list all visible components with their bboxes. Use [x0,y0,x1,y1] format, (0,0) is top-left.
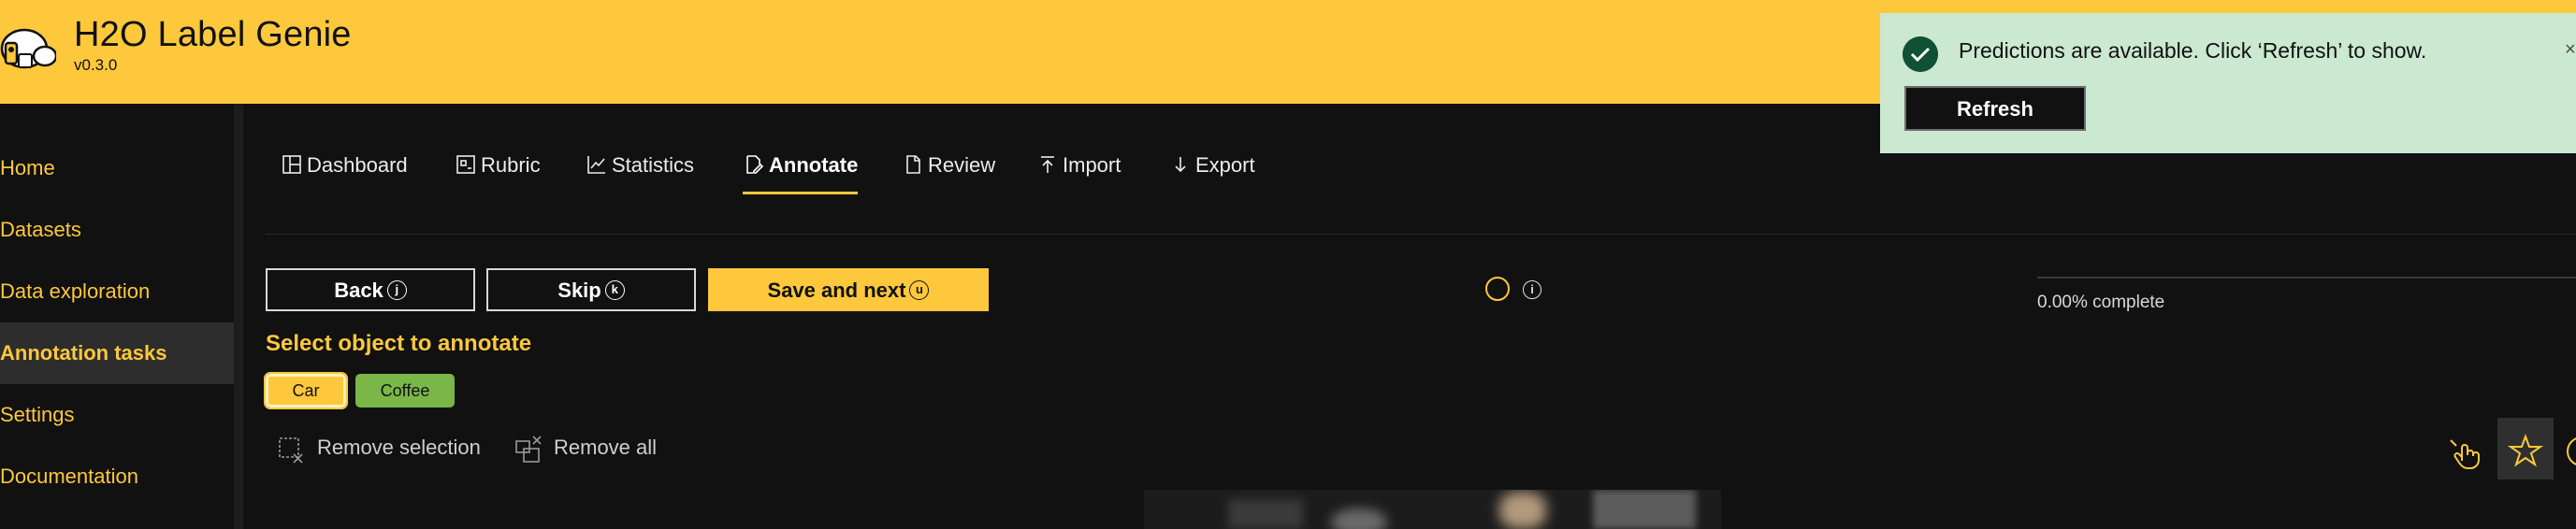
skip-button-label: Skip [557,279,601,302]
tab-rubric[interactable]: Rubric [455,140,541,194]
pointer-hand-icon[interactable] [2447,433,2484,470]
loading-spinner-icon [1485,277,1510,301]
tab-annotate[interactable]: Annotate [743,140,859,194]
notification-message: Predictions are available. Click ‘Refres… [1959,38,2427,63]
tab-export[interactable]: Export [1169,140,1255,194]
back-shortcut-key: j [386,279,407,300]
class-chip-coffee[interactable]: Coffee [355,374,455,407]
back-button-label: Back [334,279,384,302]
app-title: H2O Label Genie [74,15,352,54]
review-icon [906,155,920,174]
sidebar-item-data-exploration[interactable]: Data exploration [0,261,234,322]
tab-export-label: Export [1195,153,1255,177]
skip-button[interactable]: Skip k [486,268,696,311]
tab-review[interactable]: Review [902,140,995,194]
notification-toast: Predictions are available. Click ‘Refres… [1880,13,2576,153]
tab-annotate-label: Annotate [769,153,859,177]
image-region [1593,490,1696,529]
success-check-icon [1903,36,1938,72]
close-icon[interactable]: × [2565,39,2576,61]
image-region [1228,499,1303,529]
tab-statistics[interactable]: Statistics [586,140,694,194]
sidebar: Home Datasets Data exploration Annotatio… [0,104,234,529]
annotate-icon [746,155,764,174]
remove-selection-button[interactable]: Remove selection [317,436,481,460]
sidebar-item-home[interactable]: Home [0,137,234,199]
tab-dashboard[interactable]: Dashboard [281,140,408,194]
tab-dashboard-label: Dashboard [307,153,408,177]
genie-logo-icon [0,28,56,69]
remove-all-button[interactable]: Remove all [554,436,657,460]
sidebar-item-settings[interactable]: Settings [0,384,234,446]
tab-import[interactable]: Import [1036,140,1121,194]
sidebar-item-documentation[interactable]: Documentation [0,446,234,508]
tab-statistics-label: Statistics [612,153,695,177]
select-object-title: Select object to annotate [266,331,532,356]
skip-shortcut-key: k [604,279,625,300]
save-and-next-button[interactable]: Save and next u [708,268,989,311]
progress-bar [2037,277,2576,279]
sidebar-divider [234,104,243,529]
rubric-icon [456,155,475,174]
remove-selection-icon[interactable] [277,436,305,464]
app-version: v0.3.0 [74,56,118,74]
tab-divider [266,234,2576,235]
circle-icon[interactable] [2563,433,2576,470]
chart-line-icon [587,156,605,174]
star-icon[interactable] [2507,433,2544,470]
save-and-next-label: Save and next [767,279,906,302]
sidebar-item-datasets[interactable]: Datasets [0,199,234,261]
info-icon[interactable]: i [1523,280,1541,299]
progress-text: 0.00% complete [2037,293,2165,312]
class-chip-car[interactable]: Car [264,372,348,409]
tab-import-label: Import [1063,153,1122,177]
save-shortcut-key: u [909,279,930,300]
sidebar-item-annotation-tasks[interactable]: Annotation tasks [0,322,234,384]
tab-review-label: Review [928,153,996,177]
image-region [1331,508,1387,529]
back-button[interactable]: Back j [266,268,475,311]
upload-icon [1041,156,1054,174]
dashboard-icon [282,155,301,174]
download-icon [1175,157,1186,173]
image-region [1499,492,1546,529]
annotation-image[interactable] [1144,490,1721,529]
tab-rubric-label: Rubric [481,153,541,177]
refresh-button[interactable]: Refresh [1904,86,2086,131]
remove-all-icon[interactable] [514,436,543,464]
